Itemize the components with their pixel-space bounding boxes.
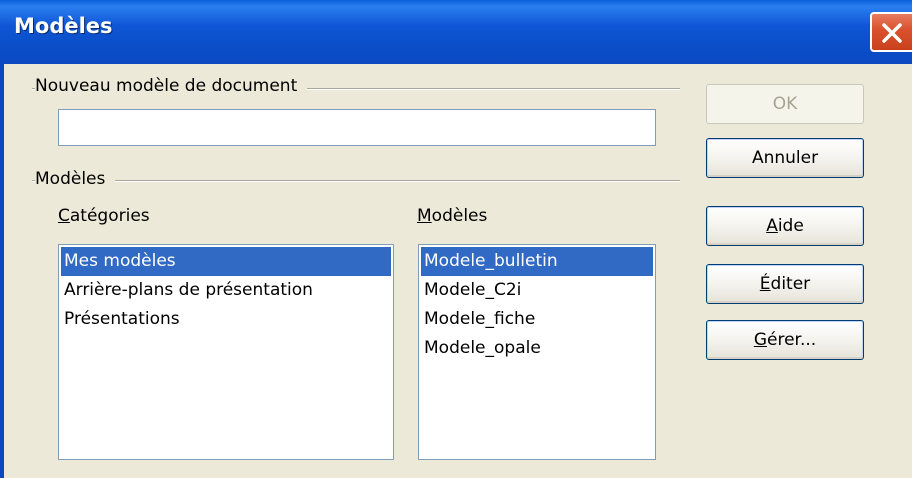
template-item-c2i[interactable]: Modele_C2i <box>421 276 653 305</box>
template-item-fiche[interactable]: Modele_fiche <box>421 305 653 334</box>
category-item-backgrounds[interactable]: Arrière-plans de présentation <box>61 276 391 305</box>
cancel-button[interactable]: Annuler <box>706 138 864 178</box>
window-frame-left <box>0 64 4 478</box>
manage-button[interactable]: Gérer... <box>706 320 864 360</box>
templates-label: Modèles <box>417 206 488 226</box>
templates-separator <box>32 180 680 182</box>
new-template-name-input[interactable] <box>59 110 655 145</box>
category-item-my-templates[interactable]: Mes modèles <box>61 247 391 276</box>
ok-button[interactable]: OK <box>706 84 864 124</box>
template-item-opale[interactable]: Modele_opale <box>421 334 653 363</box>
new-template-name-field[interactable] <box>58 109 656 146</box>
new-template-group-label: Nouveau modèle de document <box>35 76 308 96</box>
window-title: Modèles <box>14 14 113 38</box>
templates-list[interactable]: Modele_bulletin Modele_C2i Modele_fiche … <box>418 244 656 460</box>
category-item-presentations[interactable]: Présentations <box>61 305 391 334</box>
close-button[interactable] <box>870 12 912 52</box>
templates-group-label: Modèles <box>35 169 116 189</box>
template-item-bulletin[interactable]: Modele_bulletin <box>421 247 653 276</box>
categories-label: Catégories <box>58 206 150 226</box>
title-bar: Modèles <box>0 0 912 64</box>
edit-button[interactable]: Éditer <box>706 264 864 304</box>
categories-list[interactable]: Mes modèles Arrière-plans de présentatio… <box>58 244 394 460</box>
close-x-icon <box>882 23 902 43</box>
help-button[interactable]: Aide <box>706 206 864 246</box>
